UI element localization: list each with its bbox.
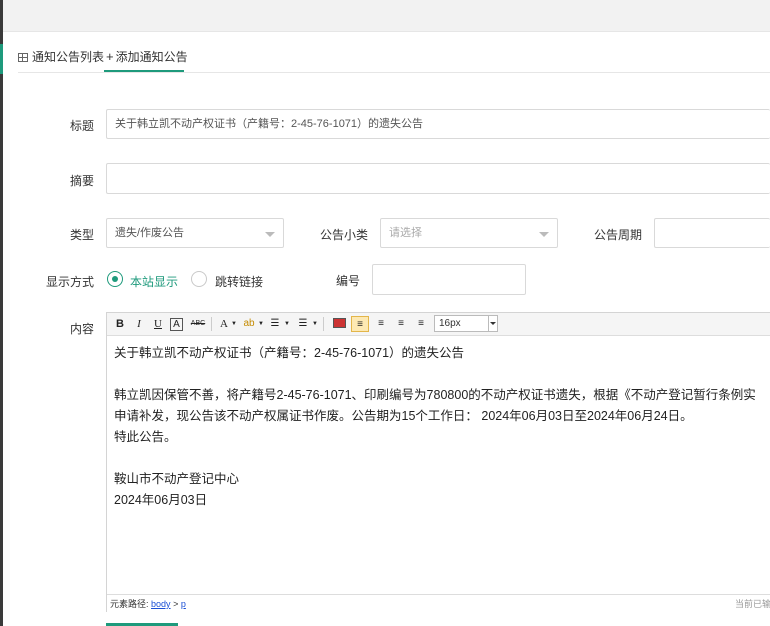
bold-button[interactable]: B (112, 316, 128, 332)
editor-content[interactable]: 关于韩立凯不动产权证书（产籍号：2-45-76-1071）的遗失公告 韩立凯因保… (114, 343, 770, 511)
highlight-color-icon[interactable]: ab (241, 316, 257, 332)
align-center-icon[interactable]: ≡ (373, 316, 389, 332)
content-line: 关于韩立凯不动产权证书（产籍号：2-45-76-1071）的遗失公告 (114, 346, 465, 360)
radio-site-display[interactable] (107, 271, 123, 287)
element-path-p-link[interactable]: p (181, 599, 186, 609)
left-edge-strip (0, 0, 3, 626)
type-select-value: 遗失/作废公告 (115, 227, 185, 239)
word-count-status: 当前已输 (734, 599, 770, 609)
radio-redirect-link-label: 跳转链接 (215, 275, 264, 289)
content-line: 特此公告。 (114, 430, 177, 444)
subtype-select-placeholder: 请选择 (389, 227, 422, 239)
italic-button[interactable]: I (131, 316, 147, 332)
toolbar-separator (211, 317, 212, 331)
type-label: 类型 (69, 228, 94, 242)
element-path-label: 元素路径: (110, 599, 149, 609)
image-icon[interactable] (331, 316, 347, 332)
list-grid-icon (18, 53, 28, 62)
subtype-label: 公告小类 (319, 228, 368, 242)
content-line (114, 364, 770, 385)
plus-icon: + (106, 49, 114, 64)
font-size-select[interactable]: 16px (434, 315, 498, 332)
content-line: 韩立凯因保管不善，将产籍号2-45-76-1071、印刷编号为780800的不动… (114, 388, 756, 402)
editor-status-bar: 元素路径: body > p 当前已输 (107, 594, 770, 613)
toolbar-separator (323, 317, 324, 331)
type-select[interactable]: 遗失/作废公告 (106, 218, 284, 248)
content-line (114, 448, 770, 469)
element-path-separator: > (173, 599, 179, 609)
element-path-body-link[interactable]: body (151, 599, 171, 609)
highlight-dropdown-icon[interactable]: ▼ (257, 316, 265, 332)
chevron-down-icon (539, 232, 549, 237)
align-justify-icon[interactable]: ≡ (413, 316, 429, 332)
number-label: 编号 (335, 274, 360, 288)
top-bar (3, 0, 770, 32)
editor-toolbar: B I U A ABC A ▼ ab ▼ ☰ ▼ ☰ ▼ ≡ ≡ ≡ ≡ 16p… (107, 313, 770, 336)
title-label: 标题 (69, 119, 94, 133)
tab-add-notice[interactable]: + 添加通知公告 (104, 46, 188, 72)
align-right-icon[interactable]: ≡ (393, 316, 409, 332)
tab-notice-list[interactable]: 通知公告列表 (18, 48, 104, 65)
ordered-list-icon[interactable]: ☰ (267, 316, 283, 332)
align-left-icon[interactable]: ≡ (351, 316, 369, 332)
underline-button[interactable]: U (150, 316, 166, 332)
unordered-list-icon[interactable]: ☰ (295, 316, 311, 332)
unordered-list-dropdown-icon[interactable]: ▼ (311, 316, 319, 332)
title-input[interactable]: 关于韩立凯不动产权证书（产籍号：2-45-76-1071）的遗失公告 (106, 109, 770, 139)
radio-redirect-link[interactable] (191, 271, 207, 287)
chevron-down-icon (265, 232, 275, 237)
radio-site-display-label: 本站显示 (130, 275, 179, 289)
period-label: 公告周期 (593, 228, 642, 242)
summary-label: 摘要 (69, 174, 94, 188)
text-color-dropdown-icon[interactable]: ▼ (230, 316, 238, 332)
number-input[interactable] (372, 264, 526, 295)
display-mode-label: 显示方式 (45, 275, 94, 289)
content-line: 申请补发，现公告该不动产权属证书作废。公告期为15个工作日： 2024年06月0… (114, 409, 693, 423)
font-size-value: 16px (439, 318, 461, 329)
active-indicator (0, 44, 3, 74)
content-line: 鞍山市不动产登记中心 (114, 472, 240, 486)
summary-input[interactable] (106, 163, 770, 194)
strikethrough-button[interactable]: ABC (189, 316, 207, 332)
period-input[interactable] (654, 218, 770, 248)
tab-add-notice-label: 添加通知公告 (115, 50, 188, 64)
content-line: 2024年06月03日 (114, 493, 208, 507)
rich-text-editor[interactable]: B I U A ABC A ▼ ab ▼ ☰ ▼ ☰ ▼ ≡ ≡ ≡ ≡ 16p… (106, 312, 770, 613)
subtype-select[interactable]: 请选择 (380, 218, 558, 248)
tab-divider (18, 72, 770, 73)
font-color-box-button[interactable]: A (170, 318, 183, 331)
ordered-list-dropdown-icon[interactable]: ▼ (283, 316, 291, 332)
content-label: 内容 (69, 322, 94, 336)
tab-notice-list-label: 通知公告列表 (32, 50, 105, 64)
chevron-down-icon (488, 316, 497, 331)
